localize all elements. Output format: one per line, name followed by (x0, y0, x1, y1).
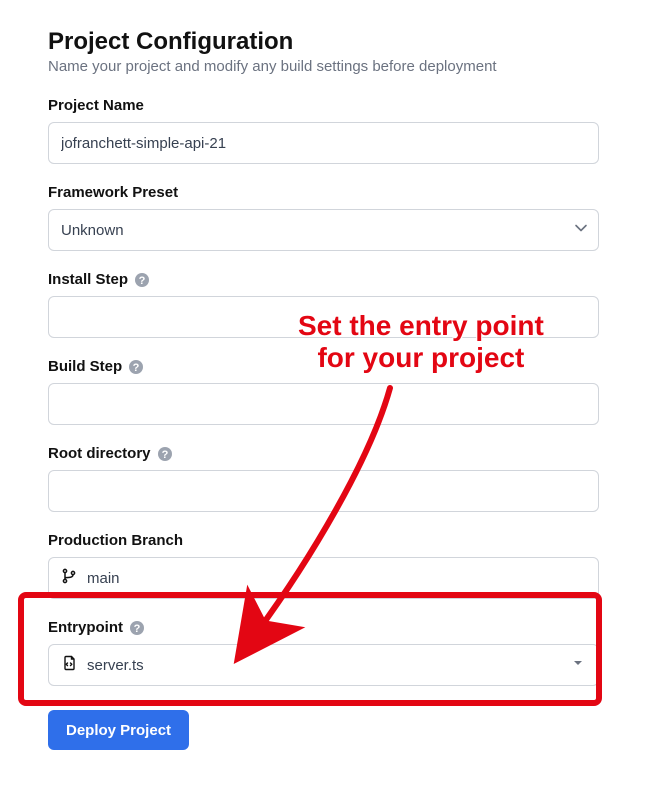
entrypoint-label-text: Entrypoint (48, 619, 123, 636)
framework-preset-label-text: Framework Preset (48, 184, 178, 201)
project-name-label: Project Name (48, 97, 599, 114)
entrypoint-select[interactable]: server.ts (48, 644, 599, 686)
build-step-label: Build Step ? (48, 358, 599, 375)
entrypoint-field: Entrypoint ? server.ts (48, 619, 599, 686)
build-step-label-text: Build Step (48, 358, 122, 375)
root-directory-field: Root directory ? (48, 445, 599, 512)
page-title: Project Configuration (48, 28, 599, 56)
framework-preset-select[interactable]: Unknown (48, 209, 599, 251)
install-step-field: Install Step ? (48, 271, 599, 338)
git-branch-icon (61, 568, 77, 588)
production-branch-label: Production Branch (48, 532, 599, 549)
build-step-field: Build Step ? (48, 358, 599, 425)
install-step-label-text: Install Step (48, 271, 128, 288)
root-directory-label-text: Root directory (48, 445, 151, 462)
production-branch-value: main (87, 570, 120, 587)
entrypoint-label: Entrypoint ? (48, 619, 599, 636)
caret-down-icon (570, 655, 586, 675)
svg-text:?: ? (161, 449, 168, 461)
project-name-label-text: Project Name (48, 97, 144, 114)
root-directory-input[interactable] (48, 470, 599, 512)
production-branch-field: Production Branch main (48, 532, 599, 599)
build-step-input[interactable] (48, 383, 599, 425)
install-step-label: Install Step ? (48, 271, 599, 288)
production-branch-select[interactable]: main (48, 557, 599, 599)
project-name-input[interactable] (48, 122, 599, 164)
svg-text:?: ? (139, 275, 146, 287)
help-icon[interactable]: ? (128, 359, 144, 375)
help-icon[interactable]: ? (157, 446, 173, 462)
entrypoint-value: server.ts (87, 657, 144, 674)
file-code-icon (61, 655, 77, 675)
production-branch-label-text: Production Branch (48, 532, 183, 549)
deploy-project-button[interactable]: Deploy Project (48, 710, 189, 750)
help-icon[interactable]: ? (129, 620, 145, 636)
project-name-field: Project Name (48, 97, 599, 164)
root-directory-label: Root directory ? (48, 445, 599, 462)
help-icon[interactable]: ? (134, 272, 150, 288)
svg-text:?: ? (133, 362, 140, 374)
framework-preset-label: Framework Preset (48, 184, 599, 201)
framework-preset-field: Framework Preset Unknown (48, 184, 599, 251)
install-step-input[interactable] (48, 296, 599, 338)
svg-text:?: ? (134, 623, 141, 635)
page-subtitle: Name your project and modify any build s… (48, 58, 599, 75)
